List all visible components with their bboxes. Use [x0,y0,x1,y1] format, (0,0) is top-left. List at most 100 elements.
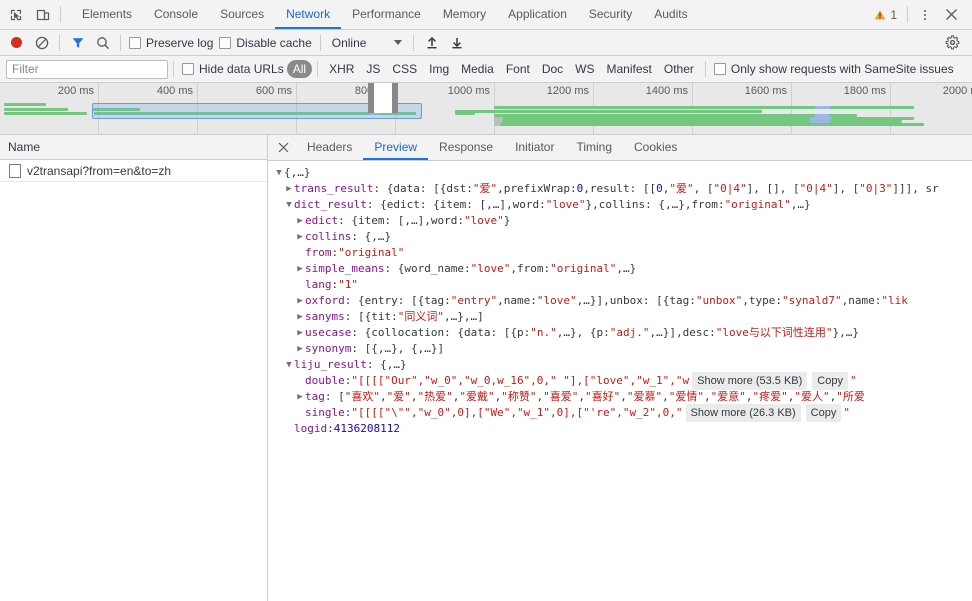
filter-funnel-icon[interactable] [65,32,90,54]
show-more-button[interactable]: Show more (26.3 KB) [685,404,801,422]
tab-initiator[interactable]: Initiator [504,135,565,160]
filter-type-ws[interactable]: WS [569,60,600,78]
throttling-select[interactable]: Online [326,36,409,50]
tab-network[interactable]: Network [275,0,342,29]
json-str: "entry" [450,294,498,307]
export-har-icon[interactable] [444,32,469,54]
json-line-synonym[interactable]: ▶ synonym: [{,…}, {,…}] [274,341,972,357]
filter-type-xhr[interactable]: XHR [323,60,360,78]
filter-type-all[interactable]: All [286,60,313,78]
tab-label: Audits [654,6,688,21]
tab-security[interactable]: Security [578,0,643,29]
json-line-edict[interactable]: ▶ edict: {item: [,…], word: "love"} [274,213,972,229]
disable-cache-checkbox[interactable]: Disable cache [216,36,314,50]
filter-type-img[interactable]: Img [423,60,455,78]
tab-audits[interactable]: Audits [643,0,698,29]
chevron-right-icon[interactable]: ▶ [295,341,305,357]
network-overview-timeline[interactable]: 200 ms 400 ms 600 ms 800 ms 1000 ms 1200… [0,83,972,135]
chevron-right-icon[interactable]: ▶ [284,181,294,197]
json-line-dict_result[interactable]: ▼ dict_result: {edict: {item: [,…], word:… [274,197,972,213]
timeline-window-left-handle[interactable] [368,83,374,113]
json-punct: : [[ [629,182,657,195]
json-line-double[interactable]: double: "[[[["Our","w_0","w_0,w_16",0," … [274,372,972,390]
tab-application[interactable]: Application [497,0,578,29]
filter-type-media[interactable]: Media [455,60,500,78]
record-button-icon[interactable] [3,37,29,48]
clear-icon[interactable] [29,32,54,54]
show-more-button[interactable]: Show more (53.5 KB) [692,372,808,390]
tab-elements[interactable]: Elements [71,0,143,29]
tab-timing[interactable]: Timing [565,135,623,160]
tab-performance[interactable]: Performance [341,0,432,29]
tab-response[interactable]: Response [428,135,504,160]
chevron-right-icon[interactable]: ▶ [295,389,305,405]
toolbar-divider [60,6,61,23]
copy-button[interactable]: Copy [812,372,848,390]
tab-memory[interactable]: Memory [432,0,497,29]
filter-type-other[interactable]: Other [658,60,700,78]
json-line-lang[interactable]: lang: "1" [274,277,972,293]
chevron-right-icon[interactable]: ▶ [295,213,305,229]
filter-type-manifest[interactable]: Manifest [601,60,658,78]
filter-type-css[interactable]: CSS [386,60,423,78]
chevron-right-icon[interactable]: ▶ [295,261,305,277]
json-line-liju_result[interactable]: ▼ liju_result: {,…} [274,357,972,373]
filter-type-doc[interactable]: Doc [536,60,569,78]
close-icon[interactable] [270,135,296,160]
json-line-usecase[interactable]: ▶ usecase: {collocation: {data: [{p: "n."… [274,325,972,341]
chevron-down-icon[interactable]: ▼ [284,197,294,213]
chevron-right-icon[interactable]: ▶ [295,325,305,341]
warning-triangle-icon [874,9,886,19]
json-line-single[interactable]: single: "[[[["\"","w_0",0],["We","w_1",0… [274,404,972,422]
filter-type-font[interactable]: Font [500,60,536,78]
tab-sources[interactable]: Sources [209,0,275,29]
json-line-root[interactable]: ▼ {,…} [274,165,972,181]
close-icon[interactable] [938,2,964,28]
device-toolbar-icon[interactable] [29,0,56,29]
tab-headers[interactable]: Headers [296,135,363,160]
json-punct: , [745,390,753,403]
json-punct: : { [384,262,405,275]
tab-preview[interactable]: Preview [363,135,429,160]
checkbox-box [713,63,726,75]
table-row[interactable]: v2transapi?from=en&to=zh [0,160,267,182]
samesite-issues-checkbox[interactable]: Only show requests with SameSite issues [711,62,957,76]
json-line-from[interactable]: from: "original" [274,245,972,261]
gear-icon[interactable] [940,32,965,54]
hide-data-urls-checkbox[interactable]: Hide data URLs [179,62,287,76]
copy-button[interactable]: Copy [805,404,842,422]
chevron-down-icon[interactable]: ▼ [274,165,284,181]
tab-cookies[interactable]: Cookies [623,135,688,160]
json-key-dark: tit [371,310,392,323]
json-line-collins[interactable]: ▶ collins: {,…} [274,229,972,245]
warning-count-badge[interactable]: 1 [868,8,903,22]
tab-console[interactable]: Console [143,0,209,29]
inspect-element-icon[interactable] [2,0,29,29]
import-har-icon[interactable] [419,32,444,54]
timeline-window-right-handle[interactable] [392,83,398,113]
chevron-right-icon[interactable]: ▶ [295,293,305,309]
filter-input[interactable] [6,59,168,79]
more-options-icon[interactable] [912,2,938,28]
json-punct: : { [338,214,358,227]
json-str: "爱人" [794,390,830,403]
json-line-logid[interactable]: logid: 4136208112 [274,421,972,437]
json-key: from [305,246,332,259]
json-line-tag[interactable]: ▶ tag: ["喜欢", "爱", "热爱", "爱戴", "称赞", "喜爱"… [274,389,972,405]
json-line-simple_means[interactable]: ▶ simple_means: {word_name: "love", from:… [274,261,972,277]
json-line-trans_result[interactable]: ▶ trans_result: {data: [{dst: "爱", prefix… [274,181,972,197]
chevron-right-icon[interactable]: ▶ [295,229,305,245]
chevron-down-icon[interactable]: ▼ [284,357,294,373]
toolbar-divider [173,61,174,77]
json-punct: },…} [832,326,859,339]
chevron-right-icon[interactable]: ▶ [295,309,305,325]
preserve-log-checkbox[interactable]: Preserve log [126,36,216,50]
filter-type-js[interactable]: JS [360,60,386,78]
json-key: oxford [305,294,345,307]
column-header-name[interactable]: Name [0,135,267,160]
search-icon[interactable] [90,32,115,54]
json-line-sanyms[interactable]: ▶ sanyms: [{tit: "同义词",…},…] [274,309,972,325]
json-line-oxford[interactable]: ▶ oxford: {entry: [{tag: "entry", name: "… [274,293,972,309]
json-key-dark: name [503,294,531,307]
samesite-issues-label: Only show requests with SameSite issues [730,62,954,76]
